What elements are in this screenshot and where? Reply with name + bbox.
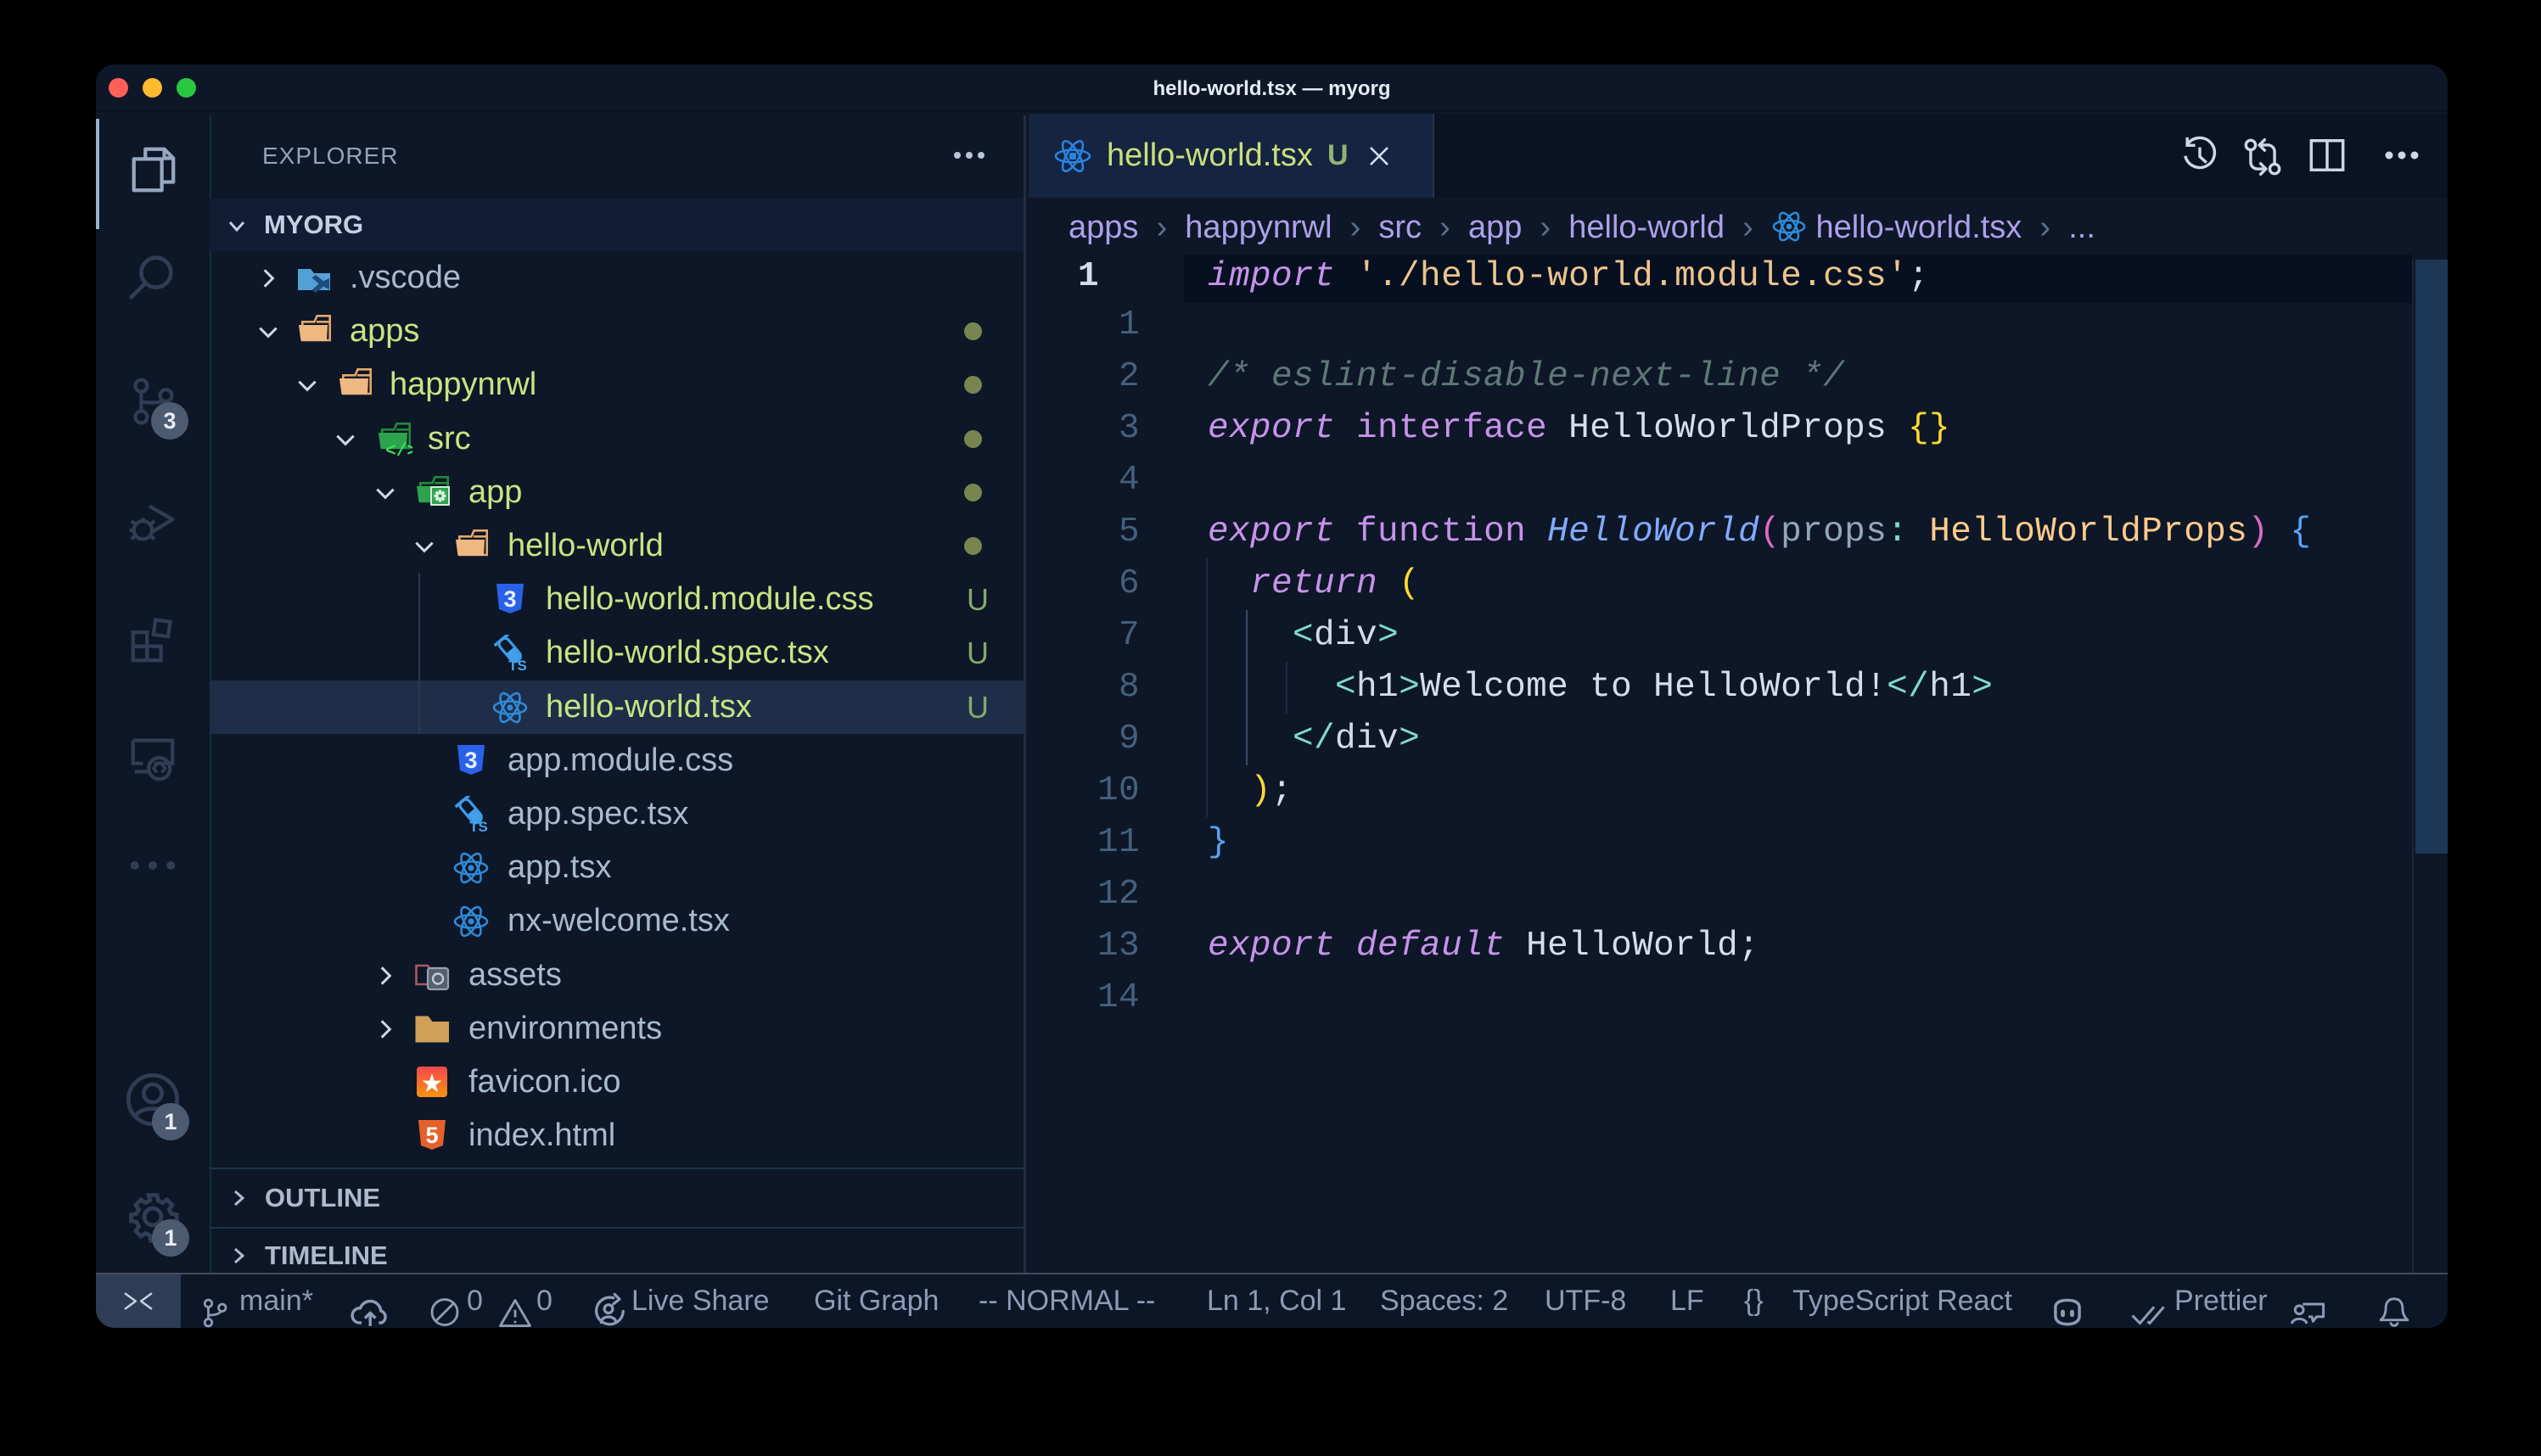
svg-text:TS: TS (508, 658, 527, 672)
svg-text:TS: TS (469, 819, 488, 833)
svg-text:3: 3 (503, 586, 516, 612)
svg-text:</>: </> (385, 442, 412, 458)
svg-text:5: 5 (425, 1123, 438, 1148)
svg-text:★: ★ (421, 1070, 444, 1098)
svg-text:3: 3 (464, 748, 477, 773)
